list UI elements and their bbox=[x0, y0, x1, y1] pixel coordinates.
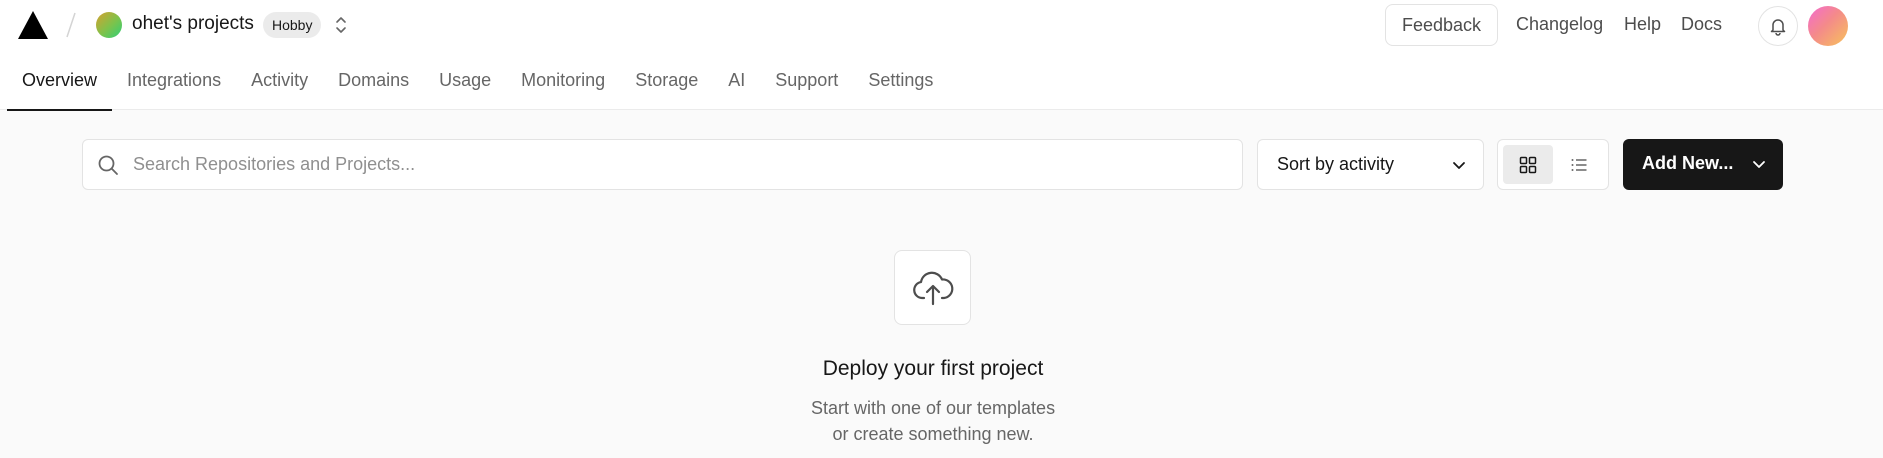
feedback-button[interactable]: Feedback bbox=[1385, 4, 1498, 46]
notifications-button[interactable] bbox=[1758, 6, 1798, 46]
view-toggle bbox=[1497, 139, 1609, 190]
search-input[interactable] bbox=[133, 140, 1223, 189]
bell-icon bbox=[1770, 19, 1786, 36]
tab-support[interactable]: Support bbox=[760, 60, 853, 110]
add-new-label: Add New... bbox=[1642, 153, 1734, 173]
vercel-logo-icon[interactable] bbox=[17, 10, 49, 40]
docs-link[interactable]: Docs bbox=[1681, 14, 1722, 35]
grid-view-button[interactable] bbox=[1503, 145, 1553, 184]
empty-state-description-line: Start with one of our templates bbox=[810, 398, 1056, 418]
tab-storage[interactable]: Storage bbox=[620, 60, 713, 110]
tab-activity[interactable]: Activity bbox=[236, 60, 323, 110]
add-new-button[interactable]: Add New... bbox=[1623, 139, 1783, 190]
empty-state-icon bbox=[894, 250, 971, 325]
empty-state-title: Deploy your first project bbox=[822, 357, 1044, 380]
tab-usage[interactable]: Usage bbox=[424, 60, 506, 110]
empty-state-description: Start with one of our templates or creat… bbox=[0, 395, 1866, 447]
tab-settings[interactable]: Settings bbox=[853, 60, 948, 110]
user-avatar[interactable] bbox=[1808, 6, 1848, 46]
grid-icon bbox=[1519, 156, 1537, 173]
list-icon bbox=[1571, 158, 1587, 171]
changelog-link[interactable]: Changelog bbox=[1516, 14, 1603, 35]
search-box bbox=[82, 139, 1243, 190]
team-avatar[interactable] bbox=[96, 12, 122, 38]
tab-domains[interactable]: Domains bbox=[323, 60, 424, 110]
chevron-down-icon bbox=[1753, 161, 1765, 168]
tab-overview[interactable]: Overview bbox=[7, 60, 113, 111]
plan-badge: Hobby bbox=[263, 12, 322, 38]
search-icon bbox=[98, 155, 118, 175]
breadcrumb-separator bbox=[66, 12, 76, 38]
tab-ai[interactable]: AI bbox=[713, 60, 760, 110]
project-tabs: Overview Integrations Activity Domains U… bbox=[7, 60, 948, 111]
chevron-down-icon bbox=[1453, 162, 1465, 169]
tab-monitoring[interactable]: Monitoring bbox=[506, 60, 620, 110]
top-navigation: ohet's projects Hobby Feedback Changelog… bbox=[0, 0, 1883, 111]
sort-dropdown-label: Sort by activity bbox=[1277, 154, 1395, 174]
help-link[interactable]: Help bbox=[1624, 14, 1661, 35]
team-switcher-icon[interactable] bbox=[332, 13, 350, 37]
list-view-button[interactable] bbox=[1554, 145, 1604, 184]
sort-dropdown[interactable]: Sort by activity bbox=[1257, 139, 1484, 190]
upload-cloud-icon bbox=[912, 271, 953, 305]
tab-integrations[interactable]: Integrations bbox=[112, 60, 236, 110]
team-name[interactable]: ohet's projects bbox=[132, 13, 254, 35]
empty-state-description-line: or create something new. bbox=[832, 424, 1034, 444]
